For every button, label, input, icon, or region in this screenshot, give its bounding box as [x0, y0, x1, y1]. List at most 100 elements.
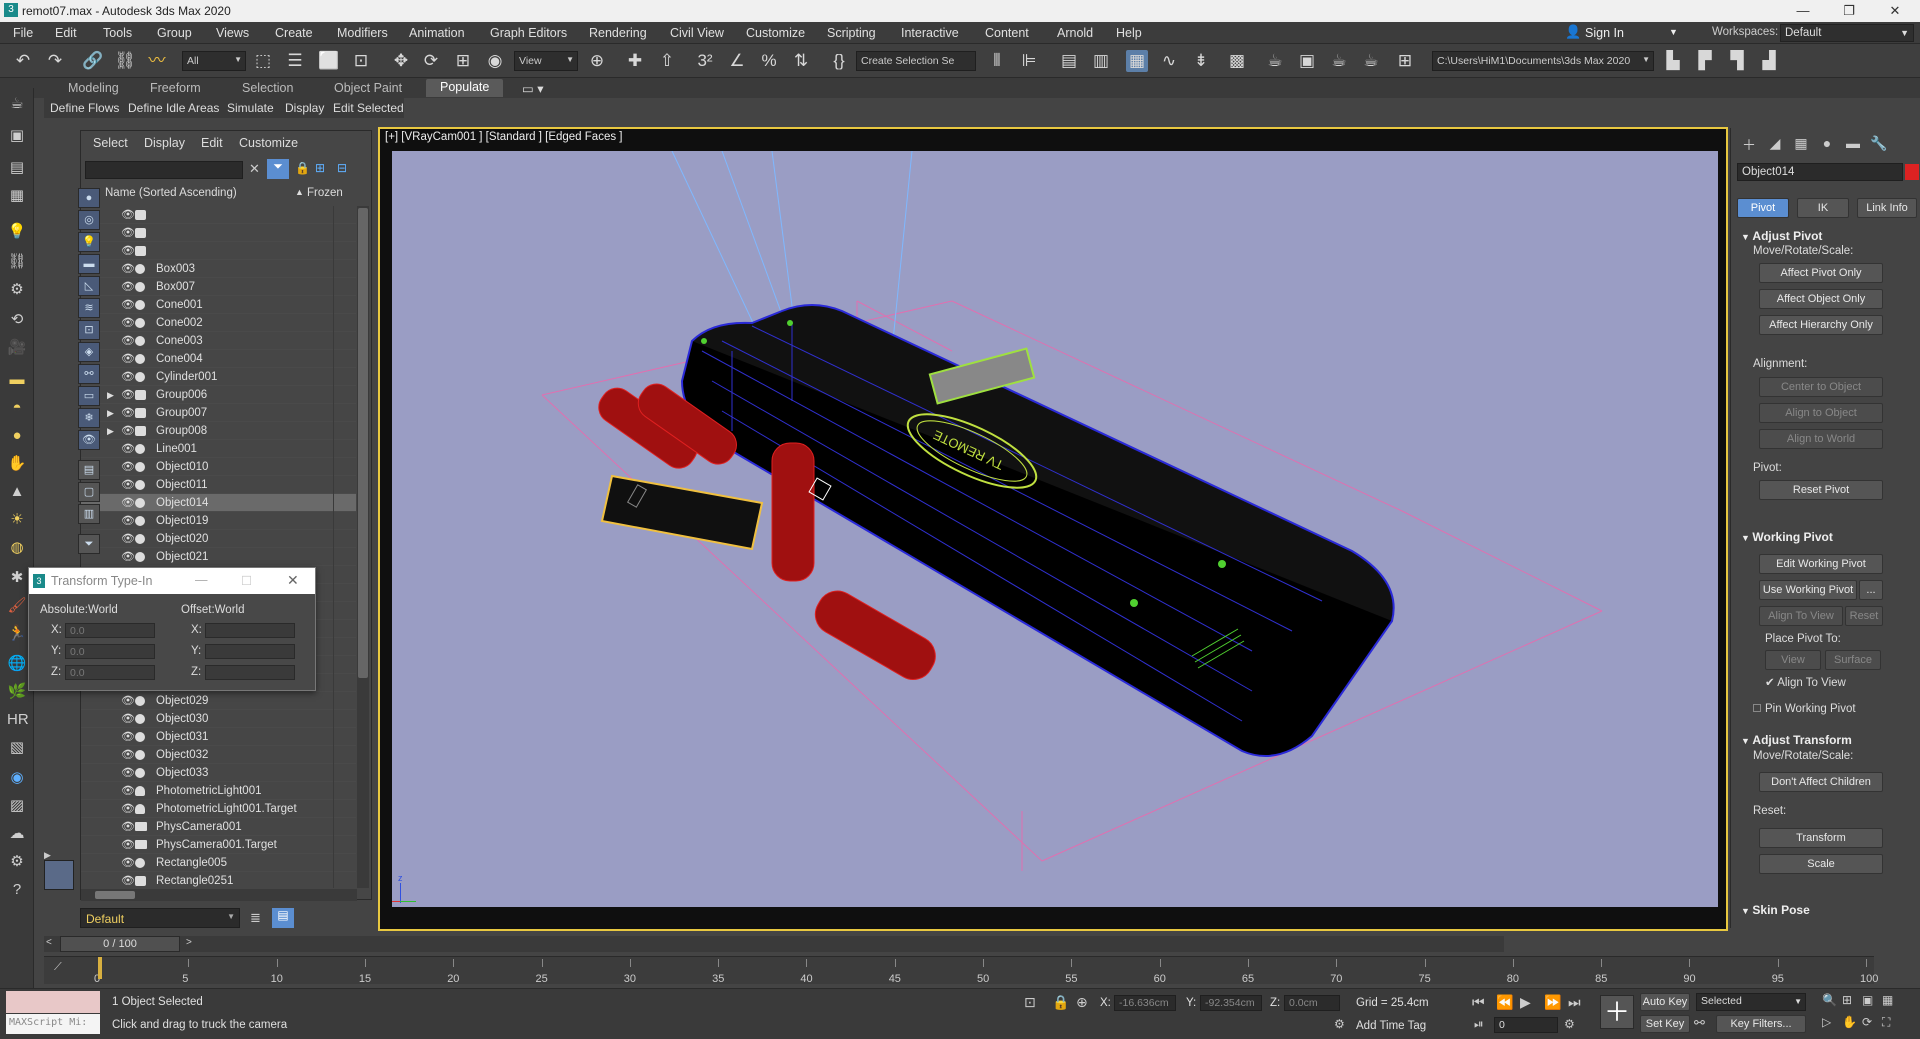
ribbon-tab-populate[interactable]: Populate — [426, 79, 504, 97]
curve-editor-toggle-icon[interactable]: ⟋ — [54, 961, 62, 974]
hierarchy-icon[interactable]: ▦ — [7, 186, 27, 206]
project-settings-icon[interactable]: ▟ — [1758, 50, 1780, 72]
filter-spacewarps-icon[interactable]: ≋ — [78, 298, 100, 318]
explorer-menu-display[interactable]: Display — [144, 136, 185, 150]
reference-coordinate-select[interactable]: View ▼ — [514, 51, 578, 71]
display-tab-icon[interactable]: ▬ — [1843, 135, 1863, 153]
visibility-eye-icon[interactable]: 👁 — [121, 854, 135, 872]
frozen-cell[interactable] — [333, 746, 355, 764]
modify-icon[interactable]: ▤ — [7, 158, 27, 178]
list-item[interactable]: 👁 Object020 — [81, 530, 356, 548]
filter-invert-icon[interactable]: ▥ — [78, 504, 100, 524]
list-item[interactable]: 👁 Cylinder001 — [81, 368, 356, 386]
ribbon-tab-freeform[interactable]: Freeform — [150, 81, 201, 95]
maxscript-listener[interactable] — [6, 991, 100, 1013]
object-color-swatch[interactable] — [1905, 164, 1919, 180]
use-working-pivot-button[interactable]: Use Working Pivot — [1759, 580, 1857, 600]
align-to-object-button[interactable]: Align to Object — [1759, 403, 1883, 423]
explorer-search-input[interactable] — [85, 161, 243, 179]
frozen-cell[interactable] — [333, 620, 355, 638]
move-icon[interactable]: ✥ — [390, 50, 412, 72]
list-item[interactable]: 👁 Object011 — [81, 476, 356, 494]
play-arrow-icon[interactable]: ▶ — [44, 850, 60, 864]
render-iterative-icon[interactable]: ☕ — [1360, 50, 1382, 72]
filter-containers-icon[interactable]: ▭ — [78, 386, 100, 406]
list-item[interactable]: 👁 Object030 — [81, 710, 356, 728]
frozen-cell[interactable] — [333, 332, 355, 350]
frozen-cell[interactable] — [333, 782, 355, 800]
visibility-eye-icon[interactable]: 👁 — [121, 476, 135, 494]
list-item[interactable]: 👁 Box003 — [81, 260, 356, 278]
trackbar[interactable]: ⟋ 0 5 10 15 20 25 30 35 40 45 50 55 60 65 70 75 80 85 90 95… — [44, 956, 1878, 985]
list-item[interactable]: 👁 Object031 — [81, 728, 356, 746]
minimize-icon[interactable]: — — [195, 573, 208, 587]
filter-none-icon[interactable]: ▢ — [78, 482, 100, 502]
define-idle-areas-button[interactable]: Define Idle Areas — [128, 101, 219, 115]
render-setup-icon[interactable]: ☕ — [1264, 50, 1286, 72]
list-item[interactable]: 👁 Object032 — [81, 746, 356, 764]
explorer-vertical-scrollbar[interactable] — [357, 206, 369, 888]
key-selection-select[interactable]: Selected ▼ — [1696, 993, 1806, 1011]
dont-affect-children-button[interactable]: Don't Affect Children — [1759, 772, 1883, 792]
align-to-view-button[interactable]: Align To View — [1759, 606, 1843, 626]
visibility-eye-icon[interactable]: 👁 — [121, 782, 135, 800]
filter-options-icon[interactable]: ⏷ — [78, 534, 100, 554]
frozen-cell[interactable] — [333, 836, 355, 854]
frozen-cell[interactable] — [333, 242, 355, 260]
time-slider-thumb[interactable]: 0 / 100 — [60, 936, 180, 952]
frozen-cell[interactable] — [333, 494, 355, 512]
foliage-icon[interactable]: 🌿 — [7, 682, 27, 702]
offset-z-field[interactable] — [205, 665, 295, 680]
working-pivot-reset-button[interactable]: Reset — [1845, 606, 1883, 626]
name-column-header[interactable]: Name (Sorted Ascending) — [105, 187, 237, 199]
rotate-tool-icon[interactable]: ⟲ — [7, 310, 27, 330]
frozen-cell[interactable] — [333, 296, 355, 314]
offset-x-field[interactable] — [205, 623, 295, 638]
create-tab-icon[interactable]: ＋ — [1739, 135, 1759, 153]
frozen-cell[interactable] — [333, 206, 355, 224]
select-manipulate-icon[interactable]: ✚ — [624, 50, 646, 72]
visibility-eye-icon[interactable]: 👁 — [121, 692, 135, 710]
named-selection-select[interactable]: Create Selection Se — [856, 51, 976, 71]
help-icon[interactable]: ? — [7, 880, 27, 900]
edit-named-selection-icon[interactable]: {} — [828, 50, 850, 72]
hand-icon[interactable]: ✋ — [7, 454, 27, 474]
time-configuration-icon[interactable]: ⚙ — [1564, 1017, 1575, 1031]
key-mode-icon[interactable]: ⏯ — [1474, 1017, 1484, 1032]
unlink-icon[interactable]: ⛓ — [114, 50, 136, 72]
selection-lock-icon[interactable]: 🔒 — [1052, 994, 1069, 1011]
frozen-cell[interactable] — [333, 854, 355, 872]
rendered-frame-window-icon[interactable]: ▣ — [1296, 50, 1318, 72]
visibility-eye-icon[interactable]: 👁 — [121, 224, 135, 242]
frozen-cell[interactable] — [333, 638, 355, 656]
visibility-eye-icon[interactable]: 👁 — [121, 800, 135, 818]
menu-modifiers[interactable]: Modifiers — [337, 26, 388, 40]
frozen-column-header[interactable]: Frozen — [307, 187, 343, 199]
visibility-eye-icon[interactable]: 👁 — [121, 260, 135, 278]
cone-icon[interactable]: ▲ — [7, 482, 27, 502]
menu-interactive[interactable]: Interactive — [901, 26, 959, 40]
list-item[interactable]: 👁 Object019 — [81, 512, 356, 530]
list-item[interactable]: 👁 Object010 — [81, 458, 356, 476]
add-time-tag-button[interactable]: Add Time Tag — [1356, 1020, 1426, 1032]
prev-frame-icon[interactable]: < — [46, 937, 52, 948]
hemisphere-icon[interactable]: ◓ — [7, 398, 27, 418]
isolate-selection-icon[interactable]: ⊡ — [1024, 994, 1036, 1011]
abs-x-field[interactable]: 0.0 — [65, 623, 155, 638]
time-tag-icon[interactable]: ⚙ — [1334, 1017, 1345, 1031]
select-object-icon[interactable]: ⬚ — [252, 50, 274, 72]
visibility-eye-icon[interactable]: 👁 — [121, 296, 135, 314]
layer-explorer-toggle-icon[interactable]: ▤ — [272, 908, 294, 928]
bake-icon[interactable]: ▨ — [7, 796, 27, 816]
visibility-eye-icon[interactable]: 👁 — [121, 872, 135, 888]
place-view-button[interactable]: View — [1765, 650, 1821, 670]
truck-camera-icon[interactable]: ✋ — [1842, 1015, 1857, 1029]
explorer-horizontal-scrollbar[interactable] — [81, 889, 357, 901]
menu-customize[interactable]: Customize — [746, 26, 805, 40]
filter-xrefs-icon[interactable]: ◈ — [78, 342, 100, 362]
frozen-cell[interactable] — [333, 224, 355, 242]
maximize-viewport-icon[interactable]: ⛶ — [1882, 1015, 1890, 1030]
x-coord-field[interactable]: -16.636cm — [1114, 995, 1176, 1011]
visibility-eye-icon[interactable]: 👁 — [121, 278, 135, 296]
zoom-all-icon[interactable]: ⊞ — [1842, 993, 1852, 1007]
